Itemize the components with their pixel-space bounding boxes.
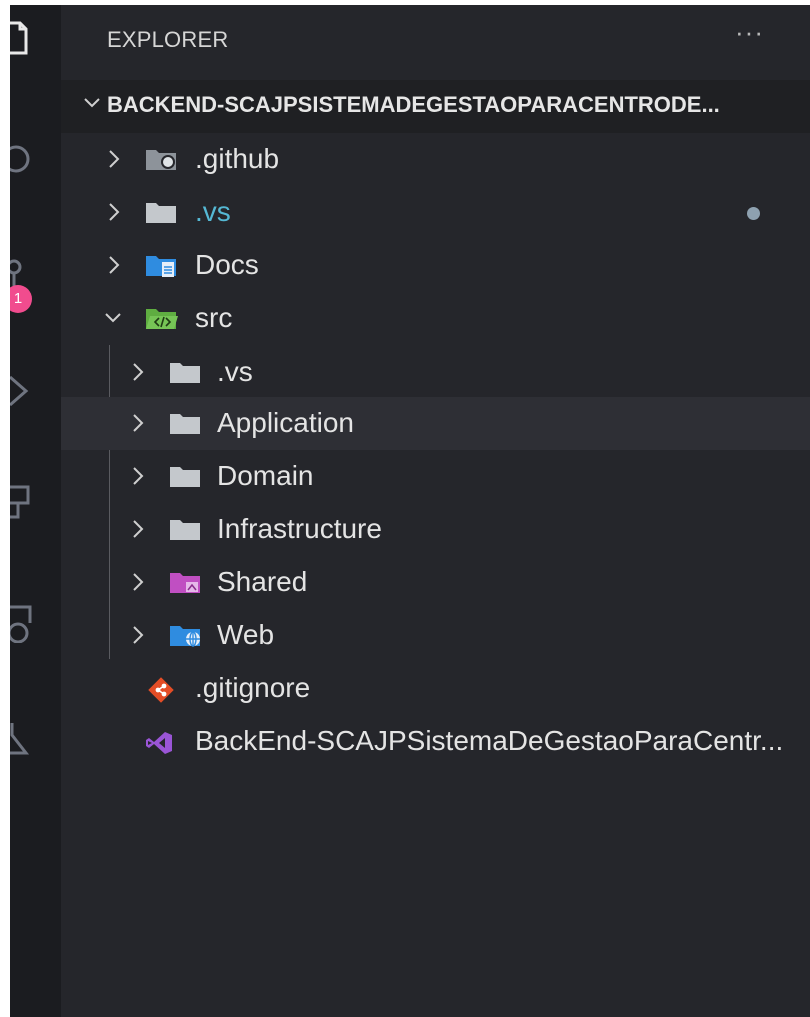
more-actions-button[interactable]: ··· [735,17,764,48]
source-control-badge: 1 [10,285,32,313]
remote-explorer-icon[interactable] [10,603,50,643]
tree-item-domain[interactable]: Domain [61,450,810,503]
tree-item-label: .vs [195,196,231,227]
tree-item-label: Domain [217,460,314,491]
modified-indicator [747,207,760,220]
tree-item-gitignore[interactable]: .gitignore [61,662,810,715]
tree-item-label: .vs [217,356,253,387]
testing-icon[interactable] [10,719,50,759]
chevron-right-icon [131,412,145,439]
activity-bar: 1 [10,5,61,1017]
chevron-right-icon [131,624,145,651]
folder-icon [145,200,179,231]
tree-item-label: .github [195,143,280,174]
folder-icon [169,517,203,548]
chevron-right-icon [107,201,121,228]
tree-item-docs[interactable]: Docs [61,239,810,292]
folder-icon [169,464,203,495]
explorer-header: EXPLORER ··· [61,5,810,80]
tree-item-solution[interactable]: BackEnd-SCAJPSistemaDeGestaoParaCentr... [61,715,810,768]
tree-item-src-vs[interactable]: .vs [61,346,810,399]
chevron-right-icon [131,571,145,598]
search-icon[interactable] [10,139,50,179]
tree-item-src[interactable]: src [61,292,810,345]
tree-item-label: Docs [195,249,259,280]
workspace-folder-name: BACKEND-SCAJPSISTEMADEGESTAOPARACENTRODE… [107,92,720,117]
github-folder-icon [145,147,179,178]
tree-item-label: Web [217,619,275,650]
chevron-down-icon [83,94,101,117]
tree-item-github[interactable]: .github [61,133,810,186]
docs-folder-icon [145,253,179,284]
visual-studio-icon [145,729,175,762]
tree-item-label: Application [217,407,354,438]
web-folder-icon [169,623,203,654]
chevron-right-icon [131,518,145,545]
tree-item-label: .gitignore [195,672,311,703]
tree-item-vs[interactable]: .vs [61,186,810,239]
tree-item-web[interactable]: Web [61,609,810,662]
chevron-down-icon [103,307,123,334]
explorer-sidebar: EXPLORER ··· BACKEND-SCAJPSISTEMADEGESTA… [61,5,810,1017]
source-folder-icon [145,306,179,337]
tree-item-shared[interactable]: Shared [61,556,810,609]
run-debug-icon[interactable] [10,371,50,411]
explorer-title: EXPLORER [107,27,229,52]
folder-icon [169,360,203,391]
tree-item-label: src [195,302,233,333]
extensions-icon[interactable] [10,483,50,523]
chevron-right-icon [131,361,145,388]
chevron-right-icon [107,254,121,281]
tree-item-label: BackEnd-SCAJPSistemaDeGestaoParaCentr... [195,725,784,756]
chevron-right-icon [131,465,145,492]
vscode-window: 1 EXPLORER ··· BACKEND-SCAJPSISTEMADEGES… [10,5,810,1017]
tree-item-infrastructure[interactable]: Infrastructure [61,503,810,556]
files-icon[interactable] [10,17,50,57]
tree-item-application[interactable]: Application [61,397,810,450]
chevron-right-icon [107,148,121,175]
tree-item-label: Shared [217,566,308,597]
folder-icon [169,411,203,442]
git-icon [147,676,175,709]
shared-folder-icon [169,570,203,601]
workspace-folder-header[interactable]: BACKEND-SCAJPSISTEMADEGESTAOPARACENTRODE… [61,80,810,133]
tree-item-label: Infrastructure [217,513,382,544]
